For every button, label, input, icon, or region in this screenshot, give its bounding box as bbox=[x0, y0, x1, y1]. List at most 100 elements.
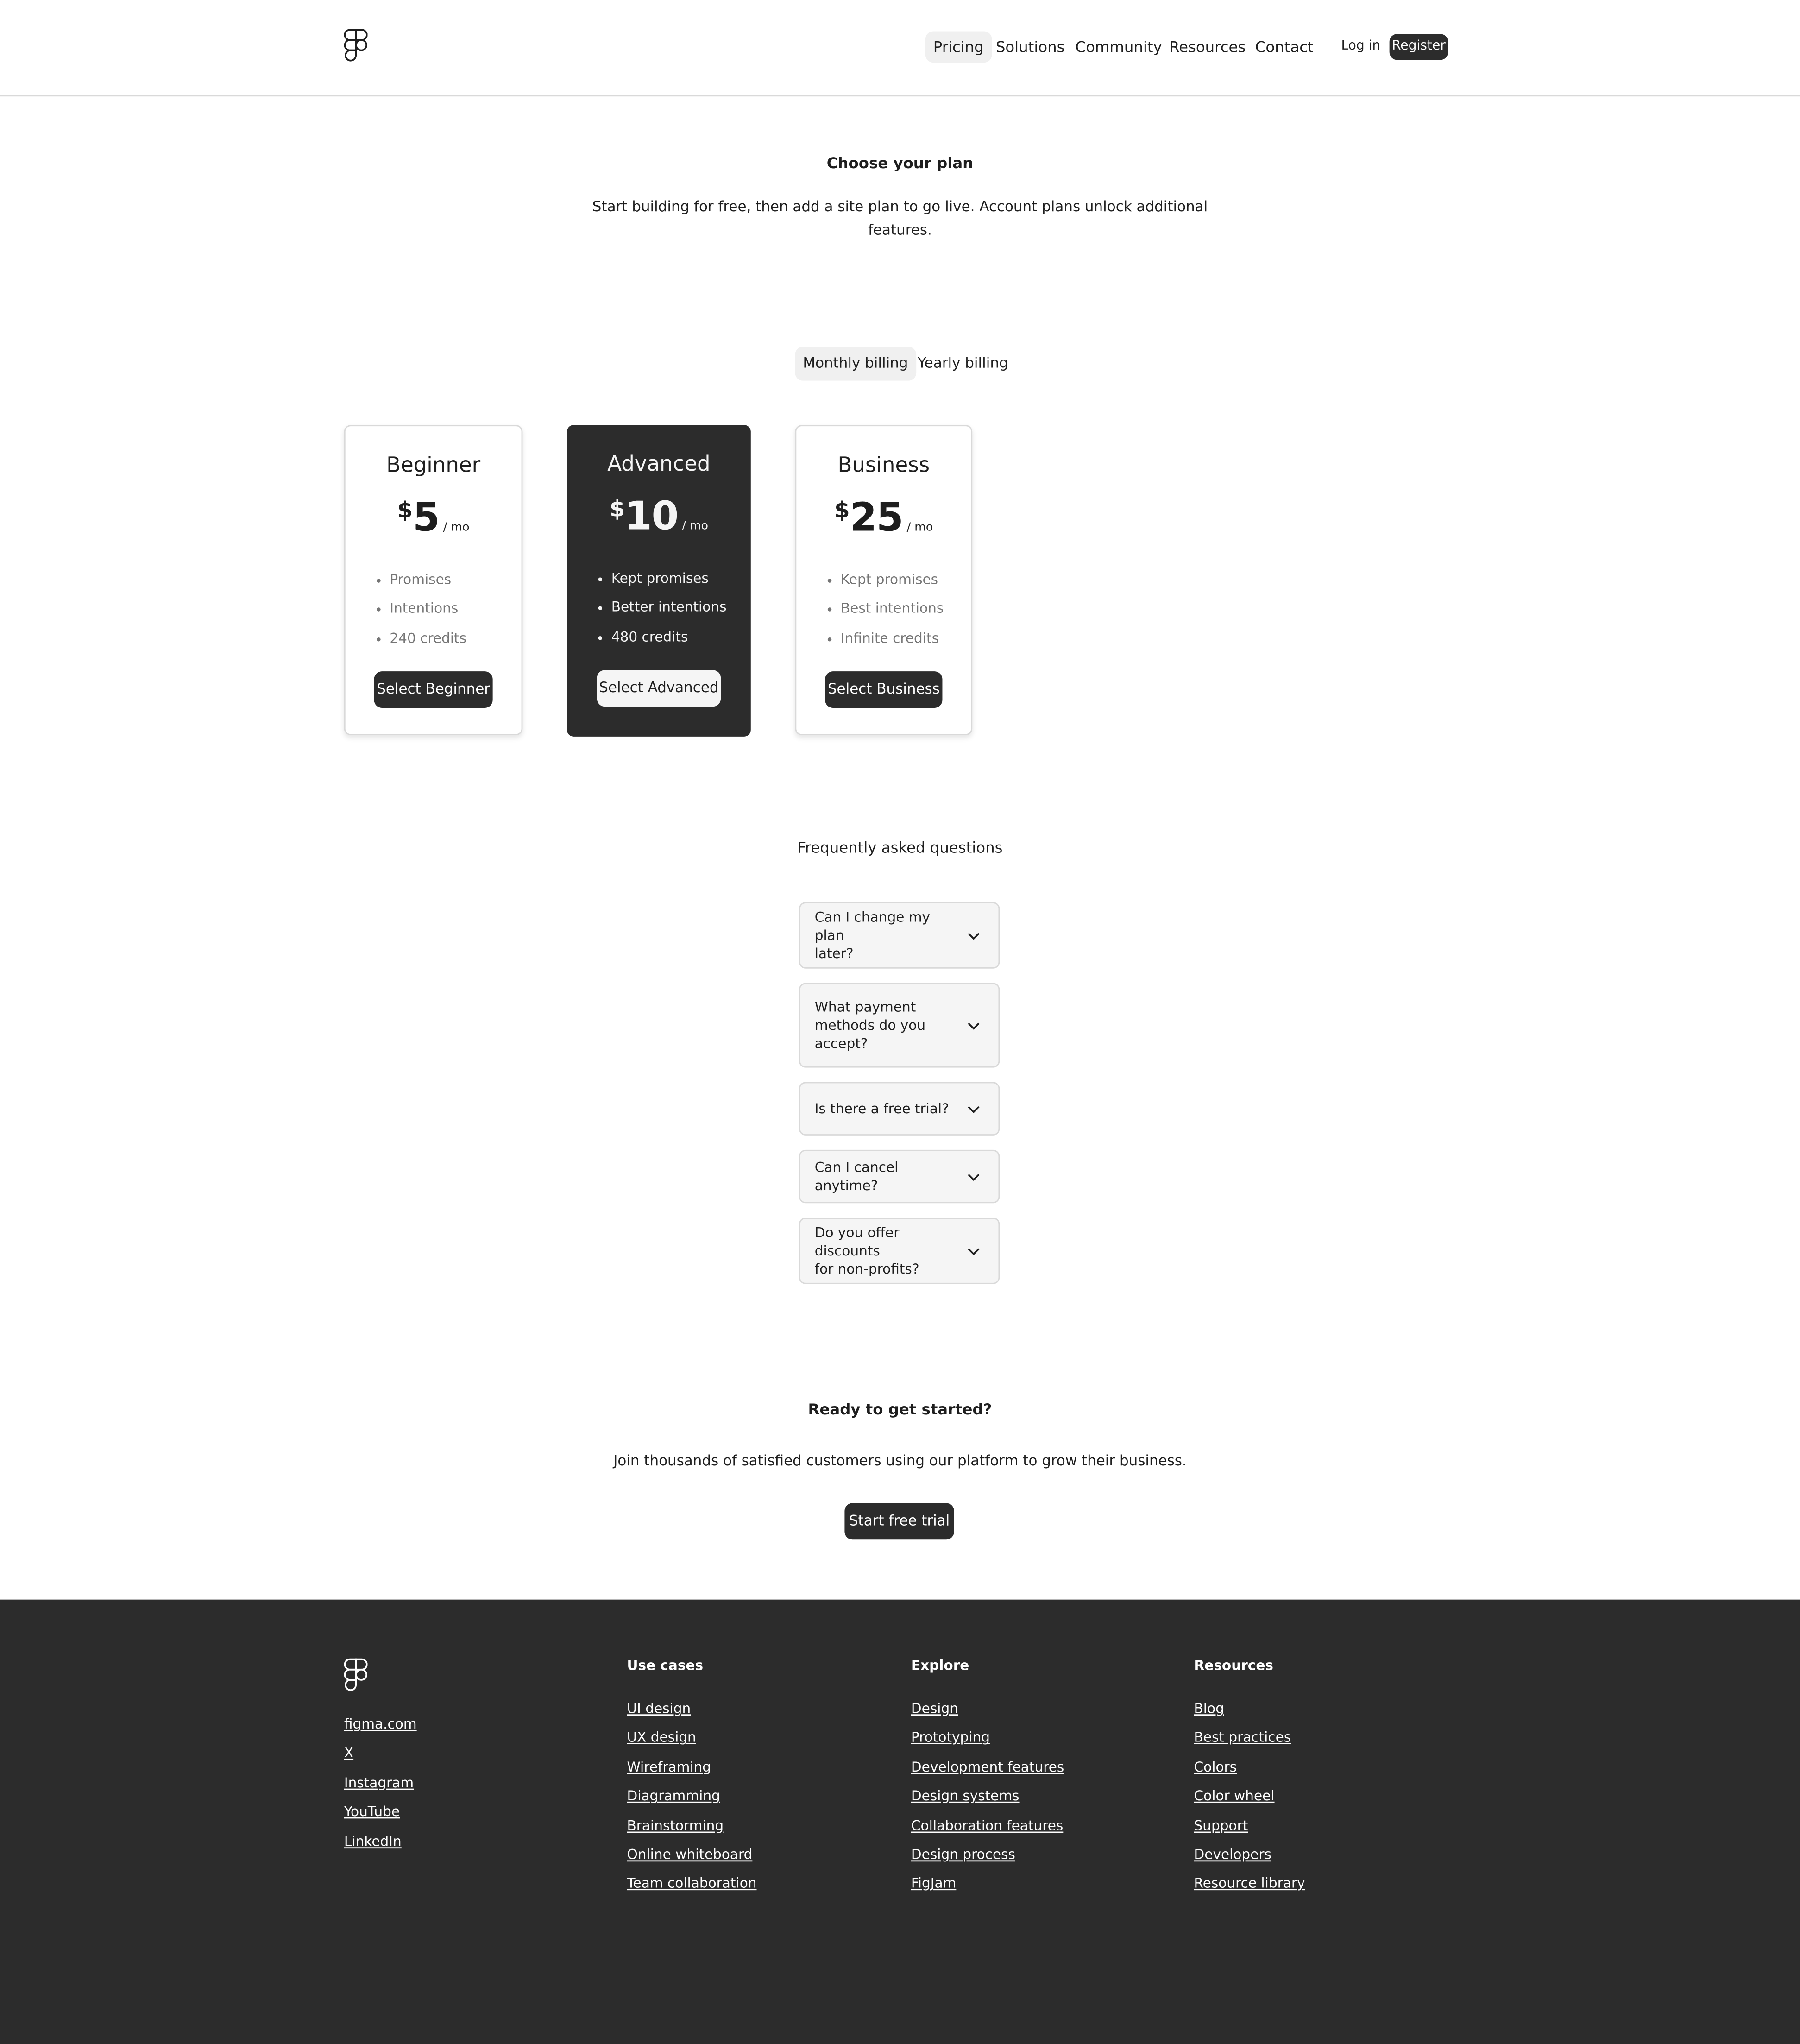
price-currency: $ bbox=[834, 498, 850, 524]
price-amount: 5 bbox=[412, 495, 440, 541]
faq-question: What payment methods do you accept? bbox=[815, 998, 954, 1053]
price-period: / mo bbox=[443, 521, 470, 535]
faq-item-change-plan[interactable]: Can I change my plan later? bbox=[799, 902, 1000, 969]
faq-question-line: Can I cancel anytime? bbox=[814, 1159, 899, 1194]
footer-link[interactable]: Developers bbox=[1194, 1841, 1305, 1870]
chevron-down-icon[interactable] bbox=[967, 1173, 980, 1180]
footer-column-resources: Resources Blog Best practices Colors Col… bbox=[1194, 1652, 1305, 1899]
footer-link[interactable]: Diagramming bbox=[627, 1782, 756, 1811]
site-footer: figma.com X Instagram YouTube LinkedIn U… bbox=[0, 1599, 1800, 2044]
footer-link[interactable]: Support bbox=[1194, 1811, 1305, 1841]
nav-contact[interactable]: Contact bbox=[1247, 32, 1322, 63]
faq-item-nonprofit-discounts[interactable]: Do you offer discounts for non-profits? bbox=[799, 1218, 1000, 1284]
select-business-button[interactable]: Select Business bbox=[825, 671, 943, 708]
price-currency: $ bbox=[609, 497, 625, 523]
footer-link-x[interactable]: X bbox=[344, 1740, 417, 1769]
footer-link[interactable]: Colors bbox=[1194, 1753, 1305, 1782]
footer-link-figma[interactable]: figma.com bbox=[344, 1710, 417, 1740]
faq-question-line: methods do you bbox=[814, 1017, 926, 1034]
nav-community[interactable]: Community bbox=[1068, 32, 1170, 63]
footer-link[interactable]: UX design bbox=[627, 1724, 756, 1753]
register-button[interactable]: Register bbox=[1389, 34, 1448, 60]
footer-link[interactable]: Prototyping bbox=[911, 1724, 1064, 1753]
price-period: / mo bbox=[906, 521, 933, 535]
figma-logo-icon[interactable] bbox=[344, 1658, 368, 1692]
select-advanced-button[interactable]: Select Advanced bbox=[597, 670, 721, 707]
yearly-billing-toggle[interactable]: Yearly billing bbox=[910, 347, 1016, 380]
faq-question-line: Can I change my plan bbox=[814, 909, 931, 943]
faq-question: Can I cancel anytime? bbox=[815, 1158, 954, 1195]
footer-link[interactable]: Online whiteboard bbox=[627, 1841, 756, 1870]
chevron-down-icon[interactable] bbox=[967, 932, 980, 940]
faq-item-cancel-anytime[interactable]: Can I cancel anytime? bbox=[799, 1149, 1000, 1204]
plan-features: Promises Intentions 240 credits bbox=[377, 567, 466, 654]
nav-pricing[interactable]: Pricing bbox=[925, 31, 992, 63]
faq-question: Do you offer discounts for non-profits? bbox=[815, 1224, 954, 1278]
footer-link[interactable]: Design process bbox=[911, 1841, 1064, 1870]
feature-item: Promises bbox=[377, 567, 466, 596]
footer-link[interactable]: Brainstorming bbox=[627, 1811, 756, 1841]
faq-item-free-trial[interactable]: Is there a free trial? bbox=[799, 1082, 1000, 1136]
login-link[interactable]: Log in bbox=[1332, 34, 1390, 60]
footer-link[interactable]: Color wheel bbox=[1194, 1782, 1305, 1811]
faq-title: Frequently asked questions bbox=[797, 838, 1003, 857]
plan-card-advanced: Advanced $10/ mo Kept promises Better in… bbox=[567, 425, 751, 737]
footer-link[interactable]: Design systems bbox=[911, 1782, 1064, 1811]
figma-logo-icon[interactable] bbox=[344, 29, 368, 63]
chevron-down-icon[interactable] bbox=[967, 1022, 980, 1029]
feature-item: Better intentions bbox=[598, 595, 726, 624]
faq-item-payment-methods[interactable]: What payment methods do you accept? bbox=[799, 983, 1000, 1068]
footer-column-heading: Resources bbox=[1194, 1658, 1273, 1674]
footer-link[interactable]: Wireframing bbox=[627, 1753, 756, 1782]
plan-features: Kept promises Better intentions 480 cred… bbox=[598, 566, 727, 653]
chevron-down-icon[interactable] bbox=[967, 1105, 980, 1113]
page-title: Choose your plan bbox=[826, 154, 974, 172]
faq-question-line: accept? bbox=[814, 1035, 868, 1052]
plan-card-business: Business $25/ mo Kept promises Best inte… bbox=[795, 425, 973, 736]
feature-item: Best intentions bbox=[827, 596, 944, 625]
chevron-down-icon[interactable] bbox=[967, 1247, 980, 1255]
footer-column-use-cases: Use cases UI design UX design Wireframin… bbox=[627, 1652, 756, 1899]
site-header: Pricing Solutions Community Resources Co… bbox=[0, 0, 1800, 97]
select-beginner-button[interactable]: Select Beginner bbox=[374, 671, 493, 708]
nav-resources[interactable]: Resources bbox=[1161, 32, 1253, 63]
feature-item: Kept promises bbox=[598, 566, 727, 595]
feature-item: 240 credits bbox=[377, 625, 466, 655]
start-free-trial-button[interactable]: Start free trial bbox=[844, 1503, 954, 1540]
page-subtitle-line-1: Start building for free, then add a site… bbox=[592, 198, 1208, 215]
footer-link[interactable]: Design bbox=[911, 1695, 1064, 1724]
price-amount: 10 bbox=[625, 494, 679, 540]
price-currency: $ bbox=[397, 498, 413, 524]
faq-question-line: Do you offer discounts bbox=[814, 1224, 900, 1259]
footer-link[interactable]: Resource library bbox=[1194, 1870, 1305, 1899]
footer-link[interactable]: Best practices bbox=[1194, 1724, 1305, 1753]
faq-question-line: Is there a free trial? bbox=[814, 1101, 949, 1117]
footer-link-linkedin[interactable]: LinkedIn bbox=[344, 1827, 417, 1856]
footer-link-instagram[interactable]: Instagram bbox=[344, 1769, 417, 1798]
footer-link[interactable]: FigJam bbox=[911, 1870, 1064, 1899]
footer-link[interactable]: UI design bbox=[627, 1695, 756, 1724]
footer-link[interactable]: Team collaboration bbox=[627, 1870, 756, 1899]
footer-link[interactable]: Blog bbox=[1194, 1695, 1305, 1724]
cta-title: Ready to get started? bbox=[808, 1400, 992, 1419]
feature-item: Infinite credits bbox=[827, 625, 944, 655]
footer-social: figma.com X Instagram YouTube LinkedIn bbox=[344, 1710, 417, 1856]
page-subtitle-line-2: features. bbox=[868, 221, 932, 239]
plan-price: $10/ mo bbox=[567, 494, 751, 539]
footer-column-heading: Use cases bbox=[627, 1658, 704, 1674]
footer-column-heading: Explore bbox=[911, 1658, 969, 1674]
nav-solutions[interactable]: Solutions bbox=[988, 32, 1072, 63]
footer-link[interactable]: Collaboration features bbox=[911, 1811, 1064, 1841]
footer-link[interactable]: Development features bbox=[911, 1753, 1064, 1782]
price-amount: 25 bbox=[850, 495, 904, 541]
plan-name: Beginner bbox=[386, 452, 481, 477]
plan-name: Business bbox=[837, 452, 930, 477]
monthly-billing-toggle[interactable]: Monthly billing bbox=[795, 347, 916, 381]
cta-subtitle: Join thousands of satisfied customers us… bbox=[613, 1452, 1187, 1470]
faq-question: Can I change my plan later? bbox=[815, 908, 954, 963]
faq-question-line: for non-profits? bbox=[814, 1261, 919, 1277]
footer-link-youtube[interactable]: YouTube bbox=[344, 1798, 417, 1827]
footer-column-explore: Explore Design Prototyping Development f… bbox=[911, 1652, 1064, 1899]
plan-price: $25/ mo bbox=[796, 495, 971, 541]
plan-features: Kept promises Best intentions Infinite c… bbox=[827, 567, 944, 655]
